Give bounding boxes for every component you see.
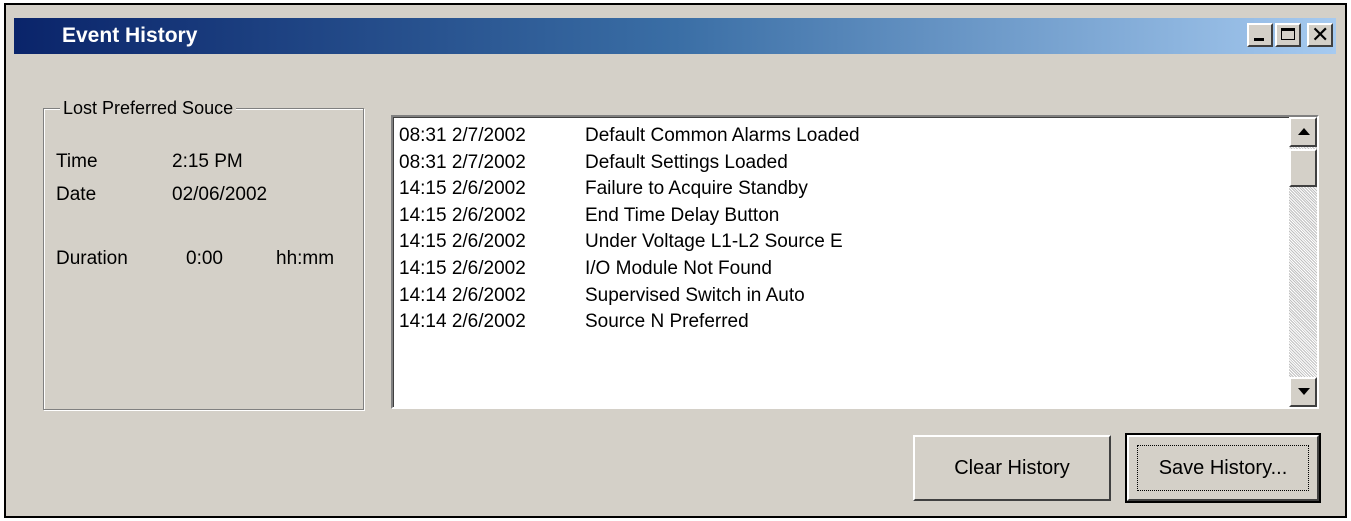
window-title: Event History bbox=[62, 24, 198, 47]
minimize-icon bbox=[1254, 38, 1264, 41]
list-item[interactable]: 08:31 2/7/2002 Default Common Alarms Load… bbox=[399, 123, 860, 150]
event-description: Default Settings Loaded bbox=[585, 151, 788, 173]
arrow-up-icon bbox=[1298, 128, 1310, 135]
list-item[interactable]: 14:14 2/6/2002 Source N Preferred bbox=[399, 309, 860, 336]
save-history-label: Save History... bbox=[1158, 457, 1288, 479]
event-description: Under Voltage L1-L2 Source E bbox=[585, 231, 843, 253]
scroll-down-button[interactable] bbox=[1289, 377, 1317, 407]
clear-history-button[interactable]: Clear History bbox=[913, 435, 1111, 501]
maximize-button[interactable] bbox=[1275, 23, 1301, 47]
vertical-scrollbar[interactable] bbox=[1289, 117, 1317, 407]
time-value: 2:15 PM bbox=[172, 151, 243, 172]
event-description: Supervised Switch in Auto bbox=[585, 284, 805, 306]
list-item[interactable]: 14:15 2/6/2002 I/O Module Not Found bbox=[399, 256, 860, 283]
group-label: Lost Preferred Souce bbox=[60, 97, 237, 119]
event-description: Default Common Alarms Loaded bbox=[585, 125, 860, 146]
list-item[interactable]: 08:31 2/7/2002 Default Settings Loaded bbox=[399, 150, 860, 177]
event-timestamp: 08:31 2/7/2002 bbox=[399, 151, 526, 173]
event-timestamp: 14:15 2/6/2002 bbox=[399, 178, 526, 200]
maximize-icon bbox=[1281, 28, 1295, 40]
arrow-down-icon bbox=[1298, 388, 1310, 395]
event-description: I/O Module Not Found bbox=[585, 257, 772, 279]
list-item[interactable]: 14:14 2/6/2002 Supervised Switch in Auto bbox=[399, 283, 860, 310]
event-history-window: Event History ✕ Lost Preferred Souce Tim… bbox=[4, 3, 1347, 518]
close-button[interactable]: ✕ bbox=[1307, 23, 1333, 47]
duration-unit: hh:mm bbox=[276, 248, 335, 269]
event-description: End Time Delay Button bbox=[585, 204, 780, 226]
time-label: Time bbox=[56, 151, 98, 172]
event-history-list[interactable]: 08:31 2/7/2002 Default Common Alarms Load… bbox=[391, 115, 1319, 409]
list-item[interactable]: 14:15 2/6/2002 Under Voltage L1-L2 Source… bbox=[399, 229, 860, 256]
scroll-up-button[interactable] bbox=[1289, 117, 1317, 147]
event-timestamp: 14:14 2/6/2002 bbox=[399, 311, 526, 333]
event-description: Failure to Acquire Standby bbox=[585, 178, 808, 200]
list-item[interactable]: 14:15 2/6/2002 End Time Delay Button bbox=[399, 203, 860, 230]
duration-label: Duration bbox=[56, 248, 128, 269]
save-history-button[interactable]: Save History... bbox=[1125, 433, 1321, 503]
title-bar[interactable]: Event History ✕ bbox=[14, 18, 1336, 54]
event-timestamp: 14:15 2/6/2002 bbox=[399, 231, 526, 253]
event-timestamp: 14:14 2/6/2002 bbox=[399, 284, 526, 306]
event-timestamp: 08:31 2/7/2002 bbox=[399, 125, 526, 146]
close-icon: ✕ bbox=[1311, 22, 1330, 47]
event-timestamp: 14:15 2/6/2002 bbox=[399, 257, 526, 279]
event-timestamp: 14:15 2/6/2002 bbox=[399, 204, 526, 226]
event-description: Source N Preferred bbox=[585, 311, 749, 333]
date-value: 02/06/2002 bbox=[172, 184, 268, 205]
duration-value: 0:00 bbox=[186, 248, 223, 269]
minimize-button[interactable] bbox=[1247, 23, 1273, 47]
date-label: Date bbox=[56, 184, 97, 205]
list-item[interactable]: 14:15 2/6/2002 Failure to Acquire Standby bbox=[399, 176, 860, 203]
clear-history-label: Clear History bbox=[954, 457, 1070, 479]
scroll-thumb[interactable] bbox=[1289, 149, 1317, 187]
